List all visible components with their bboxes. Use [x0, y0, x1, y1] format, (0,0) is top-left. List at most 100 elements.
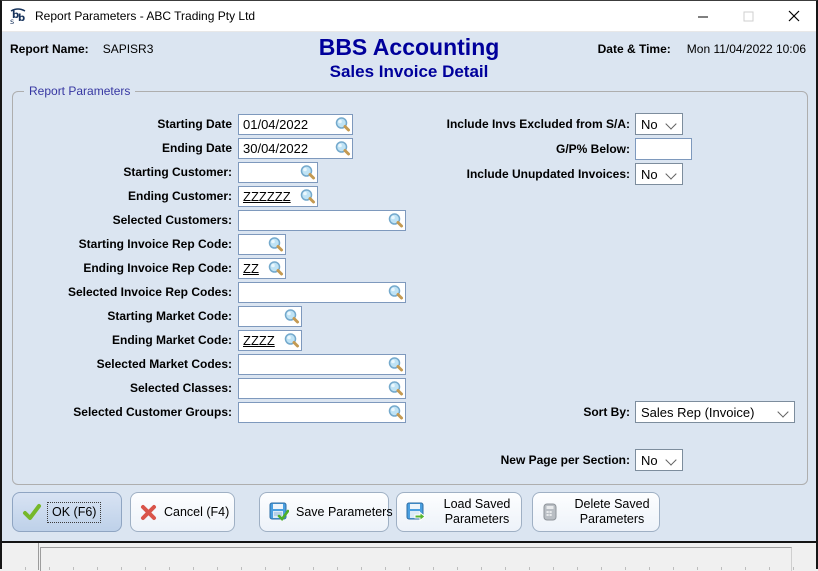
magnifier-icon[interactable]: [267, 236, 284, 253]
selected-classes-label: Selected Classes:: [4, 378, 232, 399]
sort-by-value: Sales Rep (Invoice): [641, 405, 754, 420]
selected-market-codes-fieldbox: [238, 354, 406, 375]
svg-text:s: s: [10, 17, 14, 25]
maximize-button[interactable]: [726, 1, 771, 31]
field-ending-rep-code: Ending Invoice Rep Code:: [4, 258, 286, 279]
delete-saved-parameters-label: Delete Saved Parameters: [565, 497, 659, 527]
field-selected-rep-codes: Selected Invoice Rep Codes:: [4, 282, 406, 303]
starting-customer-fieldbox: [238, 162, 318, 183]
ending-market-code-fieldbox: [238, 330, 302, 351]
magnifier-icon[interactable]: [267, 260, 284, 277]
new-page-value: No: [641, 453, 658, 468]
datetime-value: Mon 11/04/2022 10:06: [687, 42, 806, 56]
selected-classes-input[interactable]: [239, 379, 405, 398]
close-button[interactable]: [771, 1, 816, 31]
field-starting-rep-code: Starting Invoice Rep Code:: [4, 234, 286, 255]
save-icon: [269, 502, 289, 522]
magnifier-icon[interactable]: [387, 284, 404, 301]
include-unupdated-select[interactable]: No: [635, 163, 683, 185]
field-ending-customer: Ending Customer:: [4, 186, 318, 207]
selected-classes-fieldbox: [238, 378, 406, 399]
chevron-down-icon: [777, 406, 788, 417]
new-page-select[interactable]: No: [635, 449, 683, 471]
cancel-button[interactable]: Cancel (F4): [130, 492, 235, 532]
starting-date-fieldbox: [238, 114, 353, 135]
title-bar: b b s Report Parameters - ABC Trading Pt…: [2, 1, 816, 32]
load-saved-parameters-button[interactable]: Load Saved Parameters: [396, 492, 522, 532]
starting-customer-label: Starting Customer:: [4, 162, 232, 183]
field-starting-date: Starting Date: [4, 114, 353, 135]
field-selected-customers: Selected Customers:: [4, 210, 406, 231]
starting-rep-code-fieldbox: [238, 234, 286, 255]
selected-market-codes-input[interactable]: [239, 355, 405, 374]
field-starting-market-code: Starting Market Code:: [4, 306, 302, 327]
magnifier-icon[interactable]: [283, 308, 300, 325]
check-icon: [22, 502, 42, 522]
load-icon: [406, 502, 426, 522]
status-bar: [2, 543, 816, 570]
magnifier-icon[interactable]: [334, 140, 351, 157]
selected-market-codes-label: Selected Market Codes:: [4, 354, 232, 375]
selected-customers-fieldbox: [238, 210, 406, 231]
starting-market-code-fieldbox: [238, 306, 302, 327]
datetime-label: Date & Time:: [598, 42, 671, 56]
include-invs-value: No: [641, 117, 658, 132]
status-bar-divider: [38, 543, 39, 570]
load-saved-parameters-label: Load Saved Parameters: [433, 497, 521, 527]
selected-customers-input[interactable]: [239, 211, 405, 230]
starting-date-label: Starting Date: [4, 114, 232, 135]
ok-button[interactable]: OK (F6): [12, 492, 122, 532]
sort-by-select[interactable]: Sales Rep (Invoice): [635, 401, 795, 423]
minimize-button[interactable]: [681, 1, 726, 31]
field-selected-customer-groups: Selected Customer Groups:: [4, 402, 406, 423]
ending-market-code-label: Ending Market Code:: [4, 330, 232, 351]
new-page-label: New Page per Section:: [402, 449, 630, 471]
delete-saved-parameters-button[interactable]: Delete Saved Parameters: [532, 492, 660, 532]
ending-date-label: Ending Date: [4, 138, 232, 159]
selected-customer-groups-fieldbox: [238, 402, 406, 423]
magnifier-icon[interactable]: [299, 188, 316, 205]
ending-rep-code-fieldbox: [238, 258, 286, 279]
include-invs-label: Include Invs Excluded from S/A:: [402, 113, 630, 135]
selected-customer-groups-input[interactable]: [239, 403, 405, 422]
ending-date-fieldbox: [238, 138, 353, 159]
report-subtitle: Sales Invoice Detail: [2, 62, 816, 82]
minimize-icon: [698, 11, 709, 22]
magnifier-icon[interactable]: [283, 332, 300, 349]
ending-customer-label: Ending Customer:: [4, 186, 232, 207]
field-ending-market-code: Ending Market Code:: [4, 330, 302, 351]
starting-market-code-label: Starting Market Code:: [4, 306, 232, 327]
gp-below-label: G/P% Below:: [402, 138, 630, 160]
window-title: Report Parameters - ABC Trading Pty Ltd: [35, 9, 255, 23]
maximize-icon: [743, 11, 754, 22]
sort-by-label: Sort By:: [402, 401, 630, 423]
magnifier-icon[interactable]: [334, 116, 351, 133]
chevron-down-icon: [665, 168, 676, 179]
field-starting-customer: Starting Customer:: [4, 162, 318, 183]
selected-rep-codes-label: Selected Invoice Rep Codes:: [4, 282, 232, 303]
report-parameters-window: b b s Report Parameters - ABC Trading Pt…: [0, 0, 818, 569]
include-unupdated-label: Include Unupdated Invoices:: [402, 163, 630, 185]
save-parameters-button[interactable]: Save Parameters: [259, 492, 389, 532]
chevron-down-icon: [665, 118, 676, 129]
gp-below-input[interactable]: [636, 139, 691, 159]
ending-rep-code-label: Ending Invoice Rep Code:: [4, 258, 232, 279]
magnifier-icon[interactable]: [387, 212, 404, 229]
svg-text:b: b: [18, 13, 25, 24]
app-icon: b b s: [9, 7, 27, 25]
cancel-button-label: Cancel (F4): [164, 505, 229, 520]
field-selected-classes: Selected Classes:: [4, 378, 406, 399]
selected-customers-label: Selected Customers:: [4, 210, 232, 231]
cross-icon: [140, 504, 157, 521]
gp-below-fieldbox: [635, 138, 692, 160]
magnifier-icon[interactable]: [299, 164, 316, 181]
magnifier-icon[interactable]: [387, 380, 404, 397]
chevron-down-icon: [665, 454, 676, 465]
include-unupdated-value: No: [641, 167, 658, 182]
delete-icon: [542, 502, 558, 522]
close-icon: [788, 10, 800, 22]
selected-rep-codes-input[interactable]: [239, 283, 405, 302]
starting-rep-code-label: Starting Invoice Rep Code:: [4, 234, 232, 255]
include-invs-select[interactable]: No: [635, 113, 683, 135]
magnifier-icon[interactable]: [387, 356, 404, 373]
